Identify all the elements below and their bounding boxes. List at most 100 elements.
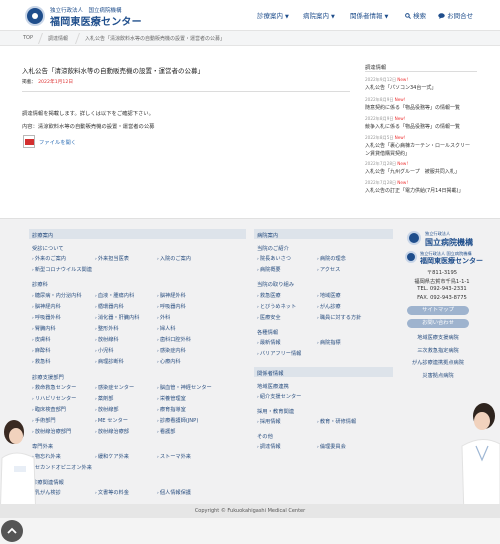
breadcrumb-parent[interactable]: 調達情報 — [48, 35, 68, 42]
footer-link[interactable]: ›整形外科 — [95, 325, 119, 332]
footer-link[interactable]: ›診療看護師(JNP) — [157, 417, 198, 424]
footer-subheading[interactable]: 地域医療連携 — [257, 382, 289, 390]
footer-link[interactable]: ›脳神経外科 — [157, 292, 186, 299]
footer-subheading[interactable]: 当院のご紹介 — [257, 244, 289, 252]
footer-link[interactable]: ›外来担当医表 — [95, 255, 129, 262]
footer-link[interactable]: ›婦人科 — [157, 325, 175, 332]
footer-link[interactable]: ›放射線科 — [95, 336, 119, 343]
footer-link[interactable]: ›医療安全 — [257, 314, 281, 321]
footer-link[interactable]: ›呼吸器内科 — [157, 303, 186, 310]
footer-link[interactable]: ›消化器・肝臓内科 — [95, 314, 139, 321]
footer-link[interactable]: ›心療内科 — [157, 358, 181, 365]
open-file-link[interactable]: ファイルを開く — [39, 138, 76, 146]
footer-link[interactable]: ›救急科 — [32, 358, 50, 365]
footer-link[interactable]: ›循環器内科 — [95, 303, 124, 310]
footer-subheading[interactable]: その他 — [257, 432, 273, 440]
footer-link[interactable]: ›院長あいさつ — [257, 255, 291, 262]
footer-link[interactable]: ›個人情報保護 — [157, 489, 191, 496]
footer-link[interactable]: ›麻酔科 — [32, 347, 50, 354]
sidebar-entry-link[interactable]: 入札公告の訂正「電力供給(7月14日掲載)」 — [365, 187, 463, 194]
footer-heading-shinryo[interactable]: 診療案内 — [29, 229, 246, 239]
footer-link[interactable]: ›病院の理念 — [317, 255, 346, 262]
sidebar-entry-link[interactable]: 入札公告「九州グループ 被服共同入札」 — [365, 168, 460, 175]
footer-link[interactable]: ›文書等の料金 — [95, 489, 129, 496]
footer-link[interactable]: ›病院概要 — [257, 266, 281, 273]
footer-subheading[interactable]: 各種情報 — [257, 328, 278, 336]
footer-subheading[interactable]: 診療支援部門 — [32, 373, 64, 381]
footer-link[interactable]: ›栄養管理室 — [157, 395, 186, 402]
footer-subheading[interactable]: 当院の取り組み — [257, 280, 294, 288]
hospital-logo-icon[interactable] — [405, 251, 417, 263]
footer-link[interactable]: ›外科 — [157, 314, 170, 321]
external-link[interactable]: 災害拠点病院 — [407, 372, 469, 379]
footer-logo-title[interactable]: 国立病院機構 — [425, 237, 473, 248]
footer-link[interactable]: ›入院のご案内 — [157, 255, 191, 262]
footer-link[interactable]: ›採用情報 — [257, 418, 281, 425]
footer-link[interactable]: ›セカンドオピニオン外来 — [32, 464, 92, 471]
footer-link[interactable]: ›とびうめネット — [257, 303, 296, 310]
footer-link[interactable]: ›病理診断科 — [95, 358, 124, 365]
breadcrumb-home[interactable]: TOP — [23, 35, 33, 41]
logo-title[interactable]: 福岡東医療センター — [50, 13, 142, 28]
footer-link[interactable]: ›ME センター — [95, 417, 128, 424]
back-to-top-button[interactable] — [1, 520, 23, 542]
external-link[interactable]: 地域医療支援病院 — [407, 334, 469, 341]
footer-link[interactable]: ›歯科口腔外科 — [157, 336, 191, 343]
footer-link[interactable]: ›新型コロナウイルス関連 — [32, 266, 92, 273]
footer-link[interactable]: ›皮膚科 — [32, 336, 50, 343]
footer-link[interactable]: ›バリアフリー情報 — [257, 350, 301, 357]
nav-byoin[interactable]: 病院案内 ▼ — [303, 10, 335, 20]
footer-link[interactable]: ›ストーマ外来 — [157, 453, 191, 460]
footer-link[interactable]: ›地域医療 — [317, 292, 341, 299]
footer-link[interactable]: ›呼吸器外科 — [32, 314, 61, 321]
footer-link[interactable]: ›教育・研修情報 — [317, 418, 356, 425]
footer-link[interactable]: ›放射線部 — [95, 406, 119, 413]
nho-logo-icon[interactable] — [407, 231, 421, 245]
footer-link[interactable]: ›小児科 — [95, 347, 113, 354]
footer-link[interactable]: ›外来のご案内 — [32, 255, 66, 262]
footer-logo2-title[interactable]: 福岡東医療センター — [420, 256, 483, 266]
external-link[interactable]: 三次救急指定病院 — [407, 347, 469, 354]
footer-link[interactable]: ›緩和ケア外来 — [95, 453, 129, 460]
sidebar-entry-link[interactable]: 競争入札に係る「物品役務等」の情報一覧 — [365, 123, 460, 130]
nav-contact[interactable]: お問合せ — [438, 10, 473, 20]
footer-link[interactable]: ›血液・腫瘍内科 — [95, 292, 134, 299]
sitemap-button[interactable]: サイトマップ — [407, 306, 469, 315]
footer-link[interactable]: ›調達情報 — [257, 443, 281, 450]
sidebar-entry-link[interactable]: 入札公告「パソコン34台一式」 — [365, 84, 436, 91]
footer-subheading[interactable]: 受診について — [32, 244, 64, 252]
nav-shinryo[interactable]: 診療案内 ▼ — [257, 10, 289, 20]
footer-heading-kankei[interactable]: 関係者情報 — [254, 367, 393, 377]
footer-link[interactable]: ›放射線治療部 — [95, 428, 129, 435]
footer-link[interactable]: ›リハビリセンター — [32, 395, 76, 402]
footer-link[interactable]: ›脳神経内科 — [32, 303, 61, 310]
sidebar-entry-link[interactable]: 随意契約に係る「物品役務等」の情報一覧 — [365, 104, 460, 111]
footer-heading-byoin[interactable]: 病院案内 — [254, 229, 393, 239]
sidebar-entry-link[interactable]: 入札公告「裏心病棟カーテン・ロールスクリー — [365, 142, 470, 149]
footer-subheading[interactable]: 診療科 — [32, 280, 48, 288]
footer-subheading[interactable]: 採用・教育関連 — [257, 407, 294, 415]
footer-link[interactable]: ›看護部 — [157, 428, 175, 435]
footer-link[interactable]: ›臨床検査部門 — [32, 406, 66, 413]
footer-link[interactable]: ›脳血管・神経センター — [157, 384, 212, 391]
pdf-file-icon[interactable] — [23, 135, 35, 148]
sidebar-entry-link[interactable]: ン賃貸借購買契約」 — [365, 150, 410, 157]
footer-link[interactable]: ›腎臓内科 — [32, 325, 56, 332]
nav-kankei[interactable]: 関係者情報 ▼ — [350, 10, 388, 20]
external-link[interactable]: がん診療連携拠点病院 — [407, 359, 469, 366]
footer-link[interactable]: ›最新情報 — [257, 339, 281, 346]
footer-link[interactable]: ›糖尿病・内分泌内科 — [32, 292, 82, 299]
footer-link[interactable]: ›アクセス — [317, 266, 340, 273]
footer-link[interactable]: ›感染症内科 — [157, 347, 186, 354]
footer-link[interactable]: ›薬剤部 — [95, 395, 113, 402]
footer-link[interactable]: ›倫理委員会 — [317, 443, 346, 450]
hospital-logo-icon[interactable] — [25, 6, 45, 26]
footer-link[interactable]: ›病院指標 — [317, 339, 341, 346]
nav-search[interactable]: 検索 — [405, 10, 426, 20]
footer-link[interactable]: ›紹介支援センター — [257, 393, 301, 400]
footer-link[interactable]: ›療育指導室 — [157, 406, 186, 413]
footer-link[interactable]: ›職員に対する方針 — [317, 314, 361, 321]
footer-link[interactable]: ›がん診療 — [317, 303, 341, 310]
contact-button[interactable]: お問い合わせ — [407, 319, 469, 328]
footer-link[interactable]: ›感染症センター — [95, 384, 134, 391]
